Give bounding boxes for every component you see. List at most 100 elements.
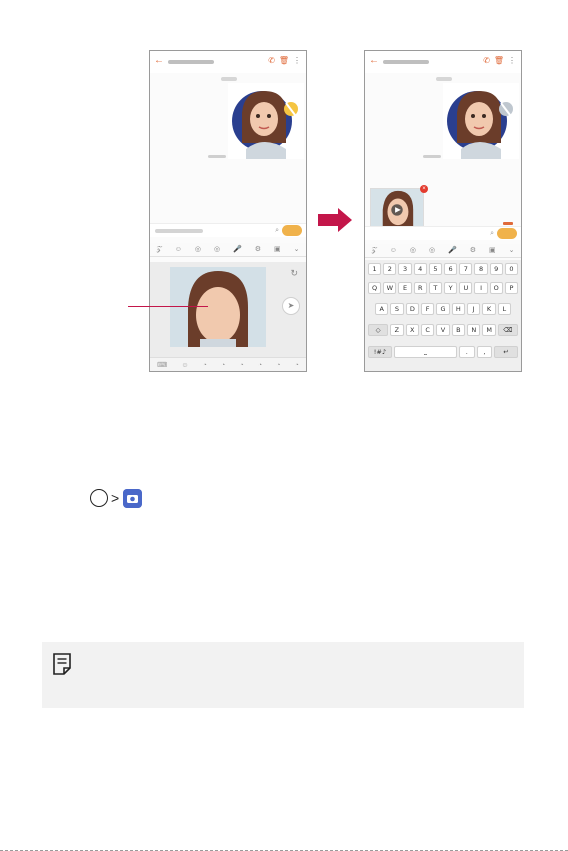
keyboard-row-middle: A S D F G H J K L xyxy=(375,303,511,315)
keyboard-toolbar: 𝒵 ☺ ◎ ◎ 🎤 ⚙ ▣ ⌄ xyxy=(365,244,521,258)
keyboard-icon[interactable]: ⌨ xyxy=(157,362,167,370)
emoji-icon[interactable]: ☺ xyxy=(390,247,397,255)
key[interactable]: D xyxy=(405,303,419,315)
space-key[interactable]: ⎵ xyxy=(393,346,457,358)
key[interactable]: 6 xyxy=(444,263,458,275)
keyboard-row-numbers: 1 2 3 4 5 6 7 8 9 0 xyxy=(368,263,519,275)
emoji-icon[interactable]: ☺ xyxy=(175,246,182,254)
paperclip-icon[interactable]: ⌕ xyxy=(490,230,494,238)
key[interactable]: 2 xyxy=(383,263,397,275)
sticker-thumb-icon[interactable]: ◔ xyxy=(221,362,225,370)
phone-icon[interactable]: ✆ xyxy=(268,56,275,66)
more-vert-icon[interactable]: ⋮ xyxy=(293,56,301,66)
key[interactable]: Z xyxy=(390,324,404,336)
key[interactable]: I xyxy=(474,282,488,294)
back-arrow-icon[interactable]: ← xyxy=(369,55,379,67)
clipboard-icon[interactable]: ▣ xyxy=(489,247,496,255)
sticker-selection-bar: ⌨ ☺ ◔ ◔ ◔ ◔ ◔ ◔ xyxy=(150,357,306,371)
key[interactable]: L xyxy=(497,303,511,315)
keyboard-row-bottom: ◇ Z X C V B N M ⌫ xyxy=(368,324,519,336)
camera-app-icon xyxy=(123,489,142,508)
key[interactable]: O xyxy=(489,282,503,294)
trash-icon[interactable]: 🗑 xyxy=(494,56,504,66)
microphone-icon[interactable]: 🎤 xyxy=(448,247,457,255)
key[interactable]: 1 xyxy=(368,263,382,275)
note-icon xyxy=(53,653,71,675)
phone-icon[interactable]: ✆ xyxy=(483,56,490,66)
key[interactable]: 0 xyxy=(504,263,519,275)
key[interactable]: 4 xyxy=(413,263,427,275)
key[interactable]: B xyxy=(451,324,466,336)
sticker-thumb-icon[interactable]: ◔ xyxy=(239,362,243,370)
key[interactable]: U xyxy=(459,282,473,294)
app-bar: ← ✆ 🗑 ⋮ xyxy=(150,51,306,73)
key[interactable]: R xyxy=(413,282,427,294)
shift-key[interactable]: ◇ xyxy=(368,324,389,336)
key[interactable]: G xyxy=(436,303,450,315)
period-key[interactable]: . xyxy=(459,346,475,358)
key[interactable]: C xyxy=(420,324,435,336)
key[interactable]: V xyxy=(436,324,450,336)
sticker-thumb-icon[interactable]: ◔ xyxy=(295,362,299,370)
settings-icon[interactable]: ⚙ xyxy=(470,247,476,255)
key[interactable]: K xyxy=(482,303,496,315)
step-navigation-icons: > xyxy=(90,488,142,510)
sticker-thumb-icon[interactable]: ◔ xyxy=(276,362,280,370)
keyboard-toolbar: 𝒵 ☺ ◎ ◎ 🎤 ⚙ ▣ ⌄ xyxy=(150,243,306,257)
sticker-thumb-icon[interactable]: ☺ xyxy=(181,362,188,370)
sticker-thumb-icon[interactable]: ◔ xyxy=(258,362,262,370)
key[interactable]: P xyxy=(504,282,519,294)
send-button[interactable] xyxy=(282,225,302,236)
trash-icon[interactable]: 🗑 xyxy=(279,56,289,66)
ar-sticker-message[interactable] xyxy=(228,83,304,159)
refresh-icon[interactable]: ↻ xyxy=(290,268,298,278)
key[interactable]: J xyxy=(466,303,481,315)
callout-leader-line xyxy=(128,306,208,307)
symbols-key[interactable]: !#♪ xyxy=(368,346,392,358)
sticker-thumb-icon[interactable]: ◔ xyxy=(203,362,207,370)
key[interactable]: 8 xyxy=(474,263,488,275)
collapse-icon[interactable]: ⌄ xyxy=(294,246,300,254)
key[interactable]: S xyxy=(390,303,404,315)
qwerty-keyboard: 1 2 3 4 5 6 7 8 9 0 Q W E R T Y U I O P … xyxy=(365,260,521,371)
sticker-icon[interactable]: ◎ xyxy=(195,246,201,254)
send-button[interactable] xyxy=(497,228,517,239)
toolbar-icon-1[interactable]: 𝒵 xyxy=(156,246,161,254)
enter-key[interactable]: ↵ xyxy=(494,346,518,358)
send-icon[interactable]: ➤ xyxy=(282,297,300,315)
key[interactable]: 5 xyxy=(428,263,443,275)
ar-sticker-message[interactable] xyxy=(443,83,519,159)
backspace-key[interactable]: ⌫ xyxy=(497,324,519,336)
remove-attachment-icon[interactable]: × xyxy=(420,185,428,193)
key[interactable]: W xyxy=(383,282,397,294)
microphone-icon[interactable]: 🎤 xyxy=(233,246,242,254)
message-input-row: ⌕ xyxy=(150,223,306,237)
sticker-icon[interactable]: ◎ xyxy=(410,247,416,255)
ar-sticker-icon[interactable]: ◎ xyxy=(429,247,435,255)
key[interactable]: F xyxy=(420,303,435,315)
key[interactable]: M xyxy=(482,324,496,336)
key[interactable]: N xyxy=(467,324,481,336)
more-vert-icon[interactable]: ⋮ xyxy=(508,56,516,66)
key[interactable]: 9 xyxy=(489,263,503,275)
back-arrow-icon[interactable]: ← xyxy=(154,55,164,67)
key[interactable]: X xyxy=(405,324,419,336)
key[interactable]: E xyxy=(398,282,412,294)
key[interactable]: 3 xyxy=(398,263,412,275)
key[interactable]: H xyxy=(451,303,465,315)
toolbar-icon-1[interactable]: 𝒵 xyxy=(371,247,376,255)
key[interactable]: A xyxy=(375,303,389,315)
clipboard-icon[interactable]: ▣ xyxy=(274,246,281,254)
right-phone-screenshot: ← ✆ 🗑 ⋮ × ⌕ 𝒵 ☺ ◎ ◎ 🎤 ⚙ ▣ ⌄ 1 2 3 4 5 6 … xyxy=(364,50,522,372)
key[interactable]: 7 xyxy=(459,263,473,275)
collapse-icon[interactable]: ⌄ xyxy=(509,247,515,255)
key[interactable]: Y xyxy=(444,282,458,294)
key[interactable]: T xyxy=(428,282,443,294)
paperclip-icon[interactable]: ⌕ xyxy=(275,227,279,235)
ar-sticker-icon[interactable]: ◎ xyxy=(214,246,220,254)
settings-icon[interactable]: ⚙ xyxy=(255,246,261,254)
attached-sticker-preview[interactable] xyxy=(370,188,424,229)
key[interactable]: Q xyxy=(368,282,382,294)
message-input-placeholder[interactable] xyxy=(155,229,203,233)
comma-key[interactable]: , xyxy=(476,346,493,358)
